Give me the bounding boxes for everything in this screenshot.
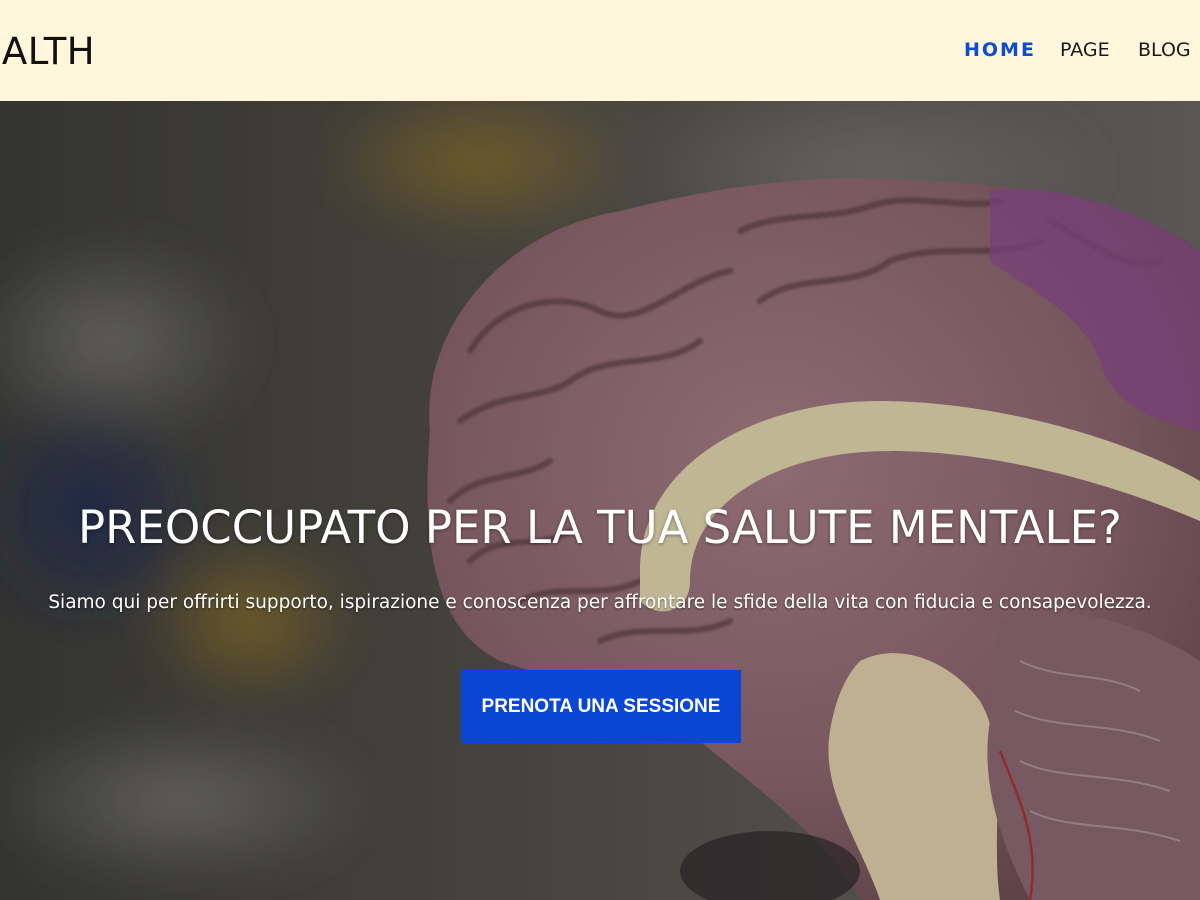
hero-title: PREOCCUPATO PER LA TUA SALUTE MENTALE? [78,501,1122,554]
nav-item-blog[interactable]: BLOG [1138,36,1191,64]
site-header: EALTH HOME PAGE BLOG [0,0,1200,101]
nav-item-page[interactable]: PAGE [1060,36,1110,64]
book-session-button[interactable]: PRENOTA UNA SESSIONE [461,670,741,743]
nav-item-home[interactable]: HOME [964,36,1036,64]
hero-section: PREOCCUPATO PER LA TUA SALUTE MENTALE? S… [0,101,1200,900]
site-logo[interactable]: EALTH [0,29,95,75]
hero-subtitle: Siamo qui per offrirti supporto, ispiraz… [48,592,1152,613]
